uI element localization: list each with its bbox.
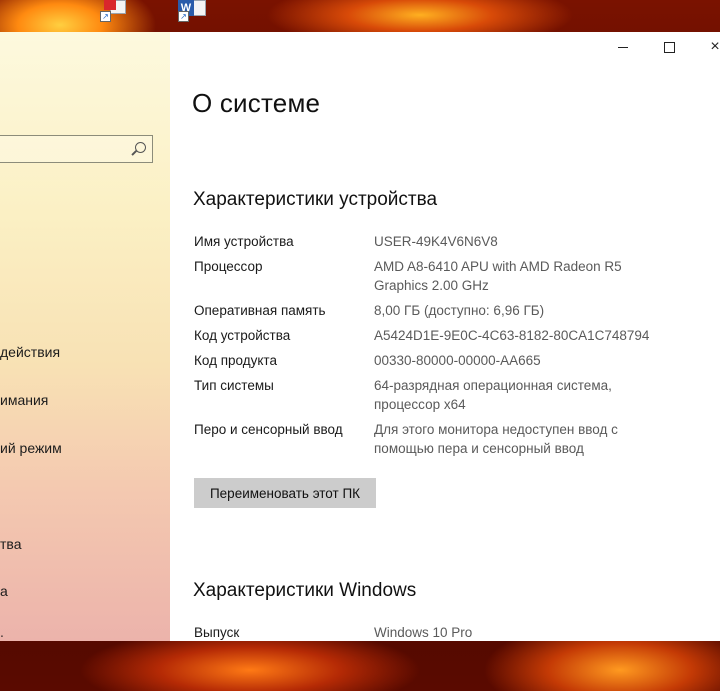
spec-value: 8,00 ГБ (доступно: 6,96 ГБ) xyxy=(374,303,545,318)
spec-label: Код устройства xyxy=(194,328,291,343)
maximize-button[interactable] xyxy=(646,32,692,62)
spec-label: Имя устройства xyxy=(194,234,294,249)
minimize-button[interactable] xyxy=(600,32,646,62)
spec-label: Процессор xyxy=(194,259,263,274)
desktop-wallpaper-strip xyxy=(0,641,720,691)
spec-label: Перо и сенсорный ввод xyxy=(194,422,343,437)
settings-nav-pane: действия имания ий режим тва а : xyxy=(0,32,170,641)
spec-label: Код продукта xyxy=(194,353,277,368)
windows-specs-heading: Характеристики Windows xyxy=(193,580,417,601)
pdf-shortcut-icon[interactable]: ↗ xyxy=(100,0,128,22)
minimize-icon xyxy=(618,46,628,48)
search-icon[interactable] xyxy=(135,142,146,153)
nav-item-actions[interactable]: действия xyxy=(0,344,60,360)
spec-value: AMD A8-6410 APU with AMD Radeon R5 Graph… xyxy=(374,259,622,293)
word-shortcut-icon[interactable]: W ↗ xyxy=(178,0,206,22)
close-icon: × xyxy=(710,38,720,55)
nav-item-attention[interactable]: имания xyxy=(0,392,48,408)
shortcut-arrow-icon: ↗ xyxy=(178,11,189,22)
about-content-panel: × О системе Характеристики устройства Им… xyxy=(170,32,720,641)
shortcut-arrow-icon: ↗ xyxy=(100,11,111,22)
spec-value: USER-49K4V6N6V8 xyxy=(374,234,498,249)
spec-value: Для этого монитора недоступен ввод с пом… xyxy=(374,422,618,456)
page-title: О системе xyxy=(192,88,321,118)
spec-value: Windows 10 Pro xyxy=(374,625,473,640)
nav-item-properties[interactable]: тва xyxy=(0,536,21,552)
nav-item-cutoff[interactable]: : xyxy=(0,630,4,641)
rename-pc-button[interactable]: Переименовать этот ПК xyxy=(194,478,376,508)
maximize-icon xyxy=(663,41,675,53)
settings-search-input[interactable] xyxy=(0,135,153,163)
spec-label: Выпуск xyxy=(194,625,240,640)
spec-label: Тип системы xyxy=(194,378,274,393)
spec-value: 64-разрядная операционная система, проце… xyxy=(374,378,612,412)
device-specs-heading: Характеристики устройства xyxy=(193,189,438,210)
spec-value: 00330-80000-00000-AA665 xyxy=(374,353,541,368)
close-button[interactable]: × xyxy=(692,32,720,62)
spec-value: A5424D1E-9E0C-4C63-8182-80CA1C748794 xyxy=(374,328,650,343)
nav-item-mode[interactable]: ий режим xyxy=(0,440,62,456)
spec-label: Оперативная память xyxy=(194,303,326,318)
nav-item-other[interactable]: а xyxy=(0,583,8,599)
